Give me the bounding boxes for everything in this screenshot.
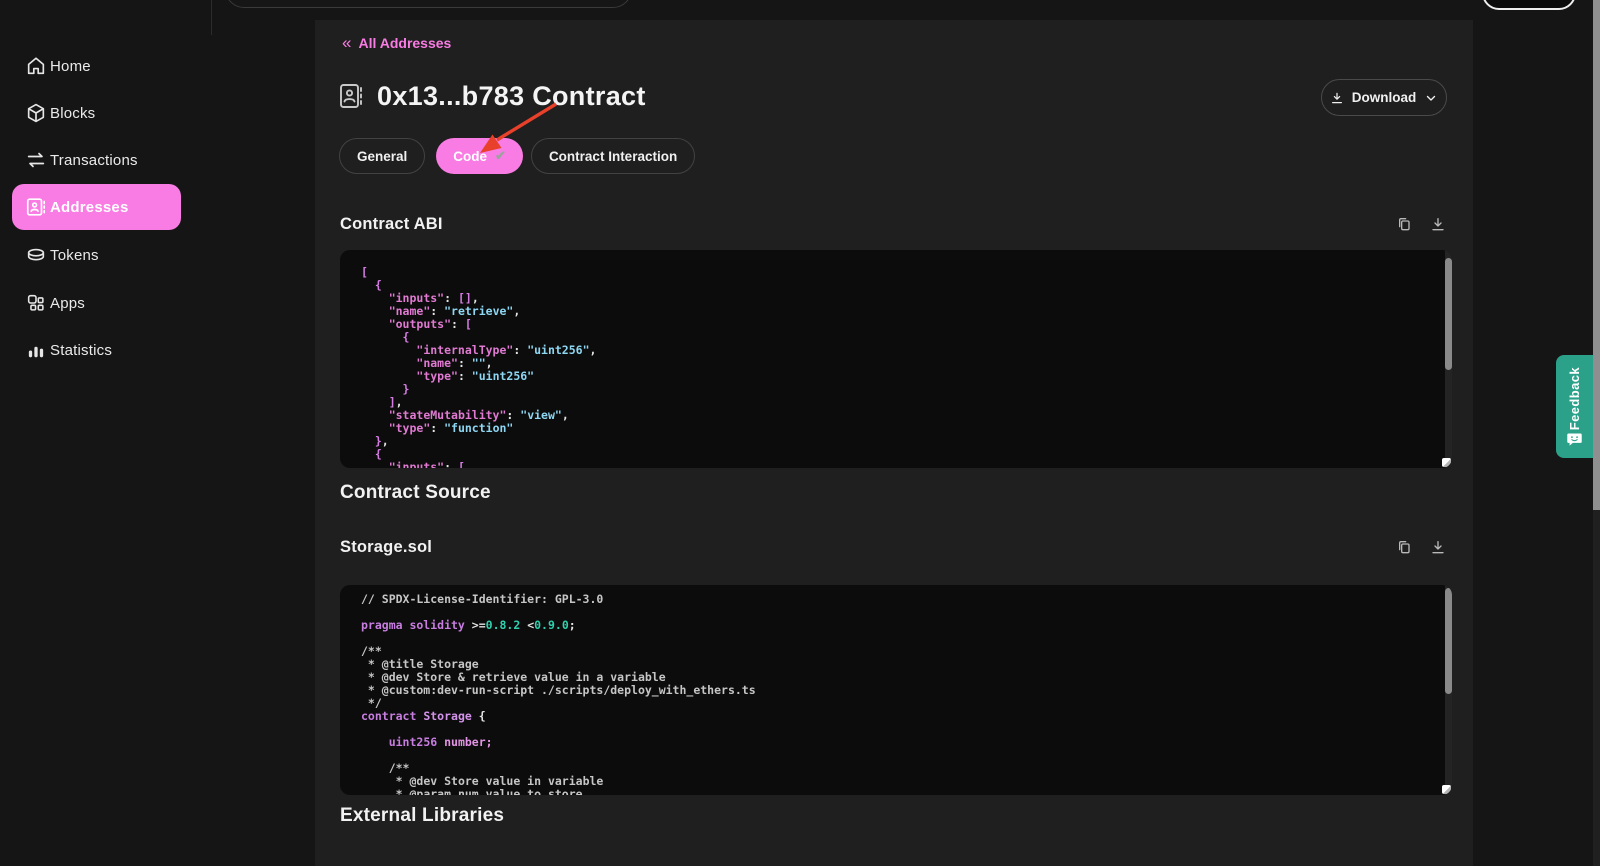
breadcrumb[interactable]: « All Addresses (342, 33, 451, 53)
sidebar-item-tokens[interactable]: Tokens (0, 232, 220, 278)
code-line: [ (361, 266, 1452, 279)
code-line: "type": "uint256" (361, 370, 1452, 383)
copy-icon[interactable] (1396, 539, 1412, 555)
sidebar-item-label: Addresses (50, 199, 129, 216)
page: Home Blocks Transactions Addresses Tokens App… (0, 0, 1600, 866)
section-title-contract-source: Contract Source (340, 482, 491, 504)
code-line (361, 723, 1452, 736)
transactions-icon (25, 149, 47, 171)
statistics-icon (25, 339, 47, 361)
sidebar-item-label: Statistics (50, 342, 112, 359)
main-panel: « All Addresses 0x13...b783 Contract Dow… (315, 20, 1473, 866)
tab-label: Code (453, 149, 487, 164)
download-icon[interactable] (1430, 539, 1446, 555)
top-right-button-cutoff[interactable] (1482, 0, 1576, 10)
code-line: * @custom:dev-run-script ./scripts/deplo… (361, 684, 1452, 697)
sidebar-item-home[interactable]: Home (0, 43, 220, 89)
resize-grip[interactable] (1442, 458, 1451, 467)
code-line: * @param num value to store (361, 788, 1452, 795)
tab-general[interactable]: General (339, 138, 425, 174)
code-line (361, 749, 1452, 762)
feedback-button[interactable]: Feedback (1556, 355, 1593, 458)
tabs: General Code ✔ Contract Interaction (339, 138, 695, 174)
code-line: }, (361, 435, 1452, 448)
sidebar-item-label: Apps (50, 295, 85, 312)
double-chevron-left-icon: « (342, 36, 351, 50)
sidebar-item-label: Transactions (50, 152, 138, 169)
source-code-pre: // SPDX-License-Identifier: GPL-3.0 prag… (340, 585, 1452, 795)
code-line: /** (361, 645, 1452, 658)
sidebar-item-blocks[interactable]: Blocks (0, 90, 220, 136)
breadcrumb-label: All Addresses (358, 35, 451, 51)
abi-code-pre: [ { "inputs": [], "name": "retrieve", "o… (340, 250, 1452, 468)
code-line: "outputs": [ (361, 318, 1452, 331)
title-row: 0x13...b783 Contract (339, 76, 646, 116)
code-line: pragma solidity >=0.8.2 <0.9.0; (361, 619, 1452, 632)
code-line: "inputs": [ (361, 461, 1452, 468)
contract-abi-header: Contract ABI (340, 210, 1446, 238)
code-line: "inputs": [], (361, 292, 1452, 305)
sidebar-item-addresses[interactable]: Addresses (0, 184, 220, 230)
code-line: */ (361, 697, 1452, 710)
storage-sol-header: Storage.sol (340, 533, 1446, 561)
sidebar-item-label: Home (50, 58, 91, 75)
code-line: { (361, 279, 1452, 292)
code-line: "type": "function" (361, 422, 1452, 435)
sidebar-nav: Home Blocks Transactions Addresses Tokens App… (0, 0, 308, 866)
copy-icon[interactable] (1396, 216, 1412, 232)
source-scrollbar[interactable] (1445, 585, 1452, 795)
code-line: // SPDX-License-Identifier: GPL-3.0 (361, 593, 1452, 606)
code-line: } (361, 383, 1452, 396)
addresses-icon (25, 196, 47, 218)
chat-bubble-icon (1566, 431, 1583, 448)
resize-grip[interactable] (1442, 785, 1451, 794)
tokens-icon (25, 244, 47, 266)
tab-contract-interaction[interactable]: Contract Interaction (531, 138, 695, 174)
contact-card-icon (339, 82, 363, 110)
tab-code[interactable]: Code ✔ (436, 138, 523, 174)
code-line: "internalType": "uint256", (361, 344, 1452, 357)
code-line: { (361, 448, 1452, 461)
apps-icon (25, 292, 47, 314)
code-line (361, 632, 1452, 645)
sidebar-item-transactions[interactable]: Transactions (0, 137, 220, 183)
section-title-storage-sol: Storage.sol (340, 538, 432, 557)
sidebar-item-label: Tokens (50, 247, 99, 264)
section-title-contract-abi: Contract ABI (340, 215, 443, 234)
sidebar-item-apps[interactable]: Apps (0, 280, 220, 326)
page-scrollbar[interactable] (1593, 0, 1600, 866)
blocks-icon (25, 102, 47, 124)
sidebar-item-statistics[interactable]: Statistics (0, 327, 220, 373)
page-title: 0x13...b783 Contract (377, 81, 646, 112)
tab-label: General (357, 149, 407, 164)
checkmark-icon: ✔ (495, 148, 506, 164)
section-title-external-libraries: External Libraries (340, 805, 504, 827)
download-button-label: Download (1352, 90, 1417, 105)
download-icon (1330, 91, 1344, 105)
contract-abi-code[interactable]: [ { "inputs": [], "name": "retrieve", "o… (340, 250, 1452, 468)
code-line: "stateMutability": "view", (361, 409, 1452, 422)
download-button[interactable]: Download (1321, 79, 1447, 116)
home-icon (25, 55, 47, 77)
page-scrollbar-thumb[interactable] (1593, 0, 1600, 510)
feedback-label: Feedback (1567, 367, 1582, 430)
code-line: uint256 number; (361, 736, 1452, 749)
download-icon[interactable] (1430, 216, 1446, 232)
code-line: "name": "retrieve", (361, 305, 1452, 318)
contract-source-code[interactable]: // SPDX-License-Identifier: GPL-3.0 prag… (340, 585, 1452, 795)
code-line: contract Storage { (361, 710, 1452, 723)
tab-label: Contract Interaction (549, 149, 677, 164)
chevron-down-icon (1424, 91, 1438, 105)
sidebar-item-label: Blocks (50, 105, 95, 122)
abi-scrollbar[interactable] (1445, 250, 1452, 468)
